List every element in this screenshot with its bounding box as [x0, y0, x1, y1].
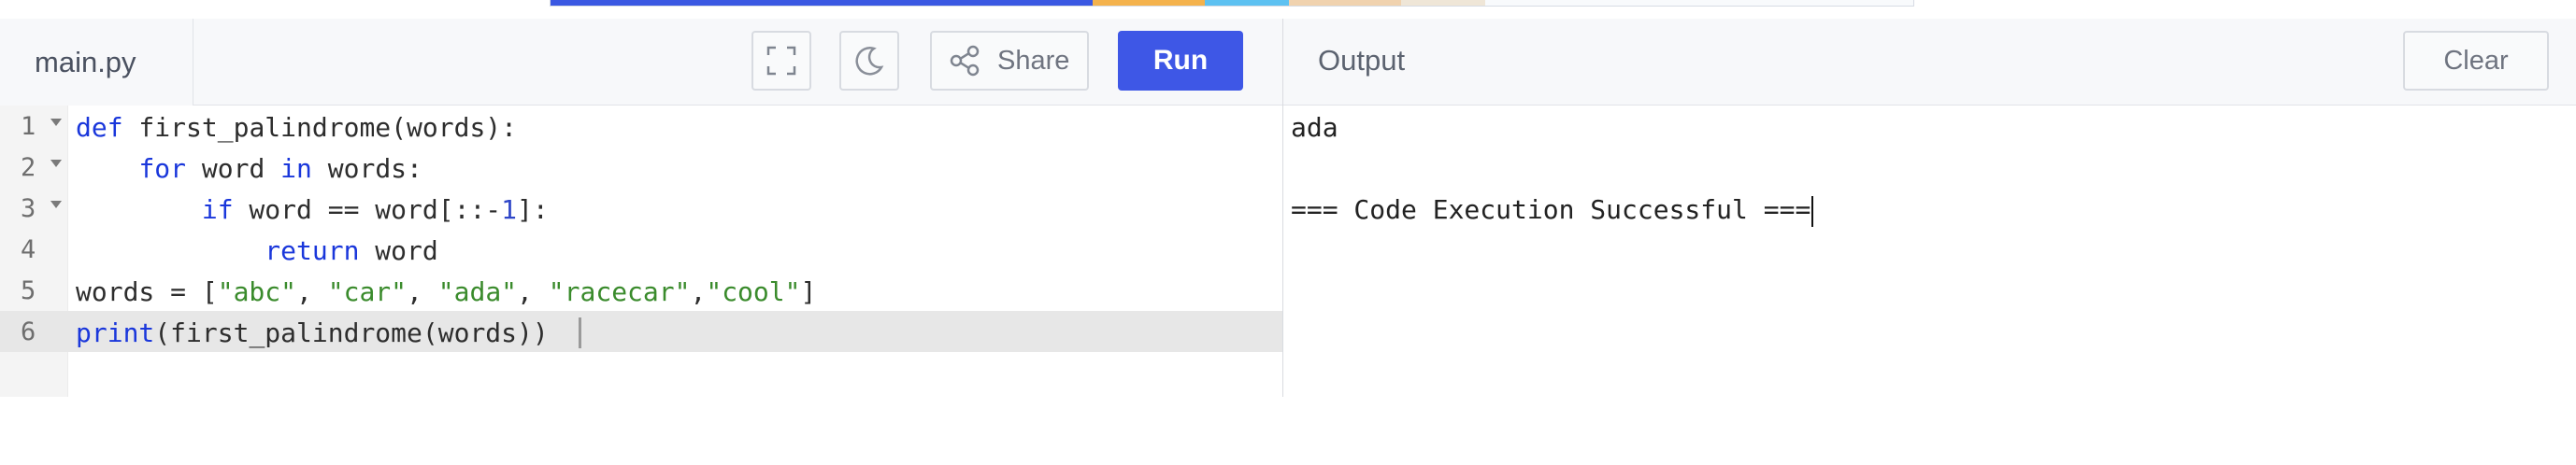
output-console[interactable]: ada === Code Execution Successful === [1283, 106, 2576, 397]
ad-banner-segment [1093, 0, 1205, 6]
ad-banner-blue-segment [551, 0, 1093, 6]
code-text: def first_palindrome(words): [76, 112, 518, 143]
line-number: 5 [21, 276, 36, 305]
moon-icon [855, 47, 884, 76]
theme-toggle-button[interactable] [839, 31, 899, 91]
fold-arrow-icon[interactable] [50, 201, 62, 208]
output-toolbar: Output Clear [1283, 19, 2576, 106]
line-number: 6 [21, 317, 36, 346]
file-tab-label: main.py [35, 45, 136, 78]
run-button[interactable]: Run [1118, 31, 1243, 91]
code-editor[interactable]: 1 def first_palindrome(words): 2 for wor… [0, 106, 1282, 397]
line-number: 2 [21, 153, 36, 182]
share-icon [950, 45, 980, 77]
output-line-status: === Code Execution Successful === [1291, 194, 1814, 227]
code-line-active[interactable]: 6 print(first_palindrome(words)) [0, 311, 1282, 352]
line-number: 3 [21, 194, 36, 223]
line-number: 4 [21, 235, 36, 264]
output-cursor [1811, 195, 1814, 227]
file-tab-main-py[interactable]: main.py [0, 19, 193, 106]
code-text: return word [265, 235, 438, 266]
ad-banner[interactable] [550, 0, 1914, 7]
code-line[interactable]: 5 words = ["abc", "car", "ada", "racecar… [0, 270, 1282, 311]
line-number: 1 [21, 112, 36, 141]
output-status-text: === Code Execution Successful === [1291, 194, 1811, 225]
text-cursor [579, 317, 581, 348]
code-line[interactable]: 3 if word == word[::-1]: [0, 188, 1282, 229]
fold-arrow-icon[interactable] [50, 119, 62, 126]
fold-arrow-icon[interactable] [50, 160, 62, 167]
code-line[interactable]: 1 def first_palindrome(words): [0, 106, 1282, 147]
fullscreen-button[interactable] [751, 31, 811, 91]
ad-banner-segment [1401, 0, 1485, 6]
code-text: if word == word[::-1]: [201, 194, 549, 225]
editor-toolbar: main.py Share Run [0, 19, 1282, 106]
code-text: for word in words: [138, 153, 422, 184]
ad-banner-segment [1205, 0, 1289, 6]
code-text: words = ["abc", "car", "ada", "racecar",… [76, 276, 817, 307]
fullscreen-icon [766, 46, 796, 76]
output-line: ada [1291, 112, 1338, 143]
code-text: print(first_palindrome(words)) [76, 317, 549, 348]
top-ad-strip [0, 0, 2576, 20]
code-line[interactable]: 4 return word [0, 229, 1282, 270]
code-line[interactable]: 2 for word in words: [0, 147, 1282, 188]
share-button-label: Share [997, 45, 1070, 76]
ad-banner-segment [1289, 0, 1401, 6]
clear-button[interactable]: Clear [2403, 31, 2549, 91]
output-title: Output [1318, 44, 1406, 77]
share-button[interactable]: Share [930, 31, 1089, 91]
